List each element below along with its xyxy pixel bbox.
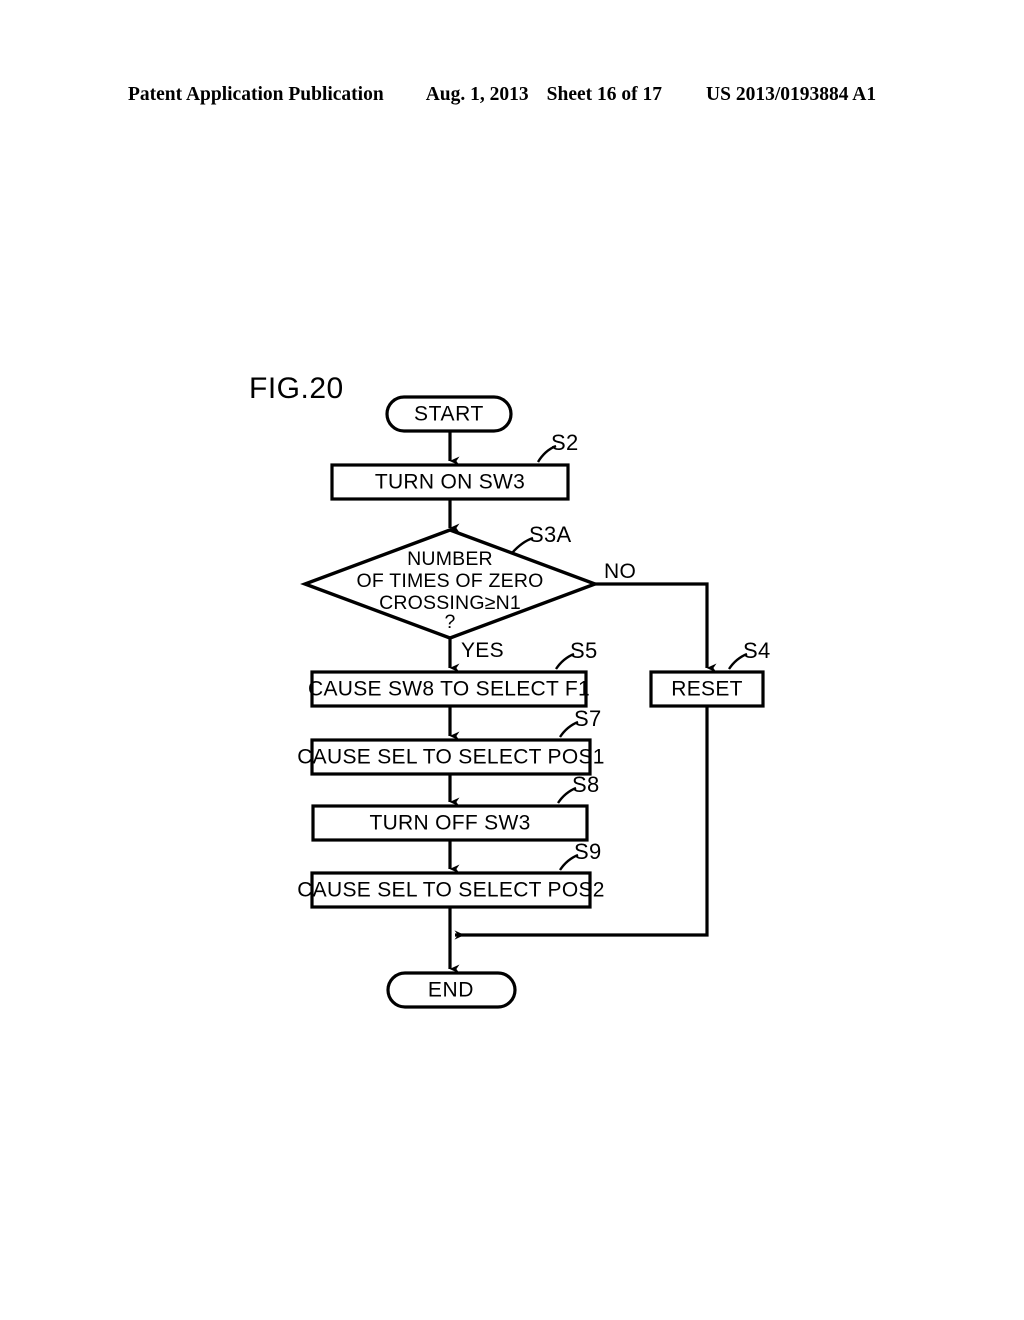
step-label-s3a: S3A [529,522,572,547]
node-s9-label: CAUSE SEL TO SELECT POS2 [297,879,605,902]
node-s2: TURN ON SW3 [330,463,570,501]
node-s7: CAUSE SEL TO SELECT POS1 [297,738,605,776]
branch-label-yes: YES [461,639,504,662]
node-end: END [386,971,517,1009]
node-s9: CAUSE SEL TO SELECT POS2 [297,871,605,909]
step-label-s8: S8 [572,772,600,797]
node-s3a-line4: ? [444,611,455,633]
connector-no-to-s4 [595,582,717,673]
step-label-s9: S9 [574,839,602,864]
node-s2-label: TURN ON SW3 [375,471,525,494]
step-label-s7: S7 [574,706,602,731]
node-s4: RESET [649,670,765,708]
node-s5-label: CAUSE SW8 TO SELECT F1 [308,678,590,701]
node-start: START [385,395,513,433]
node-s8-label: TURN OFF SW3 [369,812,530,835]
step-label-s5: S5 [570,638,598,663]
node-s3a-line2: OF TIMES OF ZERO [356,570,543,592]
node-end-label: END [428,979,474,1002]
step-label-s2: S2 [551,430,579,455]
node-s4-label: RESET [671,678,743,701]
step-label-s4: S4 [743,638,771,663]
node-s3a-line1: NUMBER [407,548,493,570]
node-start-label: START [414,403,484,426]
flowchart-diagram: START TURN ON SW3 S2 NUMBER OF TIMES OF … [0,0,1024,1320]
node-s8: TURN OFF SW3 [311,804,589,842]
node-s5: CAUSE SW8 TO SELECT F1 [308,670,590,708]
node-s7-label: CAUSE SEL TO SELECT POS1 [297,746,605,769]
branch-label-no: NO [604,560,636,583]
